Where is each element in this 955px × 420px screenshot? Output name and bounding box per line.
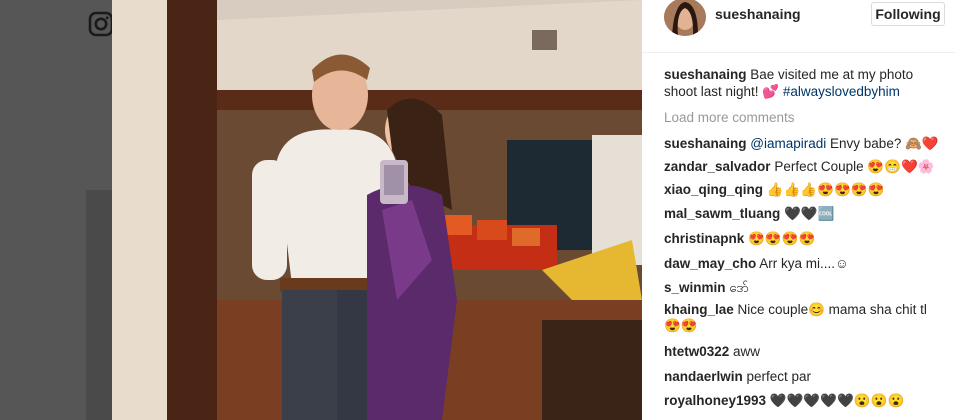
comment-username[interactable]: daw_may_cho: [664, 256, 756, 271]
comment-item: mal_sawm_tluang 🖤🖤🆒: [664, 206, 946, 222]
comment-text: 🖤🖤🆒: [780, 206, 835, 221]
comment-text: perfect par: [742, 369, 812, 384]
comment-text: Arr kya mi....☺: [756, 256, 849, 271]
comment-username[interactable]: s_winmin: [664, 280, 726, 295]
comment-username[interactable]: mal_sawm_tluang: [664, 206, 780, 221]
comment-username[interactable]: nandaerlwin: [664, 369, 743, 384]
comment-text: Envy babe? 🙈❤️: [826, 136, 939, 151]
comment-item: s_winmin ဒော်: [664, 280, 946, 296]
comment-text: 🖤🖤🖤🖤🖤😮😮😮: [766, 393, 905, 408]
comment-item: nandaerlwin perfect par: [664, 369, 946, 385]
comment-username[interactable]: zandar_salvador: [664, 159, 771, 174]
comment-text: aww: [729, 344, 761, 359]
comment-text: Perfect Couple 😍😁❤️🌸: [770, 159, 935, 174]
instagram-icon[interactable]: [88, 11, 114, 37]
post-photo-illustration: [112, 0, 642, 420]
caption-username[interactable]: sueshanaing: [664, 67, 747, 82]
comment-item: royalhoney1993 🖤🖤🖤🖤🖤😮😮😮: [664, 393, 946, 409]
comment-item: zandar_salvador Perfect Couple 😍😁❤️🌸: [664, 159, 946, 175]
comment-item: xiao_qing_qing 👍👍👍😍😍😍😍: [664, 182, 946, 198]
load-more-comments-link[interactable]: Load more comments: [664, 110, 795, 125]
comment-username[interactable]: sueshanaing: [664, 136, 747, 151]
comment-username[interactable]: xiao_qing_qing: [664, 182, 763, 197]
comment-item: khaing_lae Nice couple😊 mama sha chit tl…: [664, 302, 946, 334]
comment-text: 😍😍😍😍: [744, 231, 816, 246]
post-sidebar: sueshanaing Following sueshanaing Bae vi…: [642, 0, 955, 420]
post-caption: sueshanaing Bae visited me at my photo s…: [664, 66, 946, 100]
background-panel: [86, 190, 112, 420]
comment-username[interactable]: christinapnk: [664, 231, 744, 246]
comment-text: 👍👍👍😍😍😍😍: [763, 182, 885, 197]
comment-username[interactable]: htetw0322: [664, 344, 729, 359]
comment-item: christinapnk 😍😍😍😍: [664, 231, 946, 247]
header-username[interactable]: sueshanaing: [715, 6, 801, 22]
comment-item: htetw0322 aww: [664, 344, 946, 360]
comment-item: sueshanaing @iamapiradi Envy babe? 🙈❤️: [664, 136, 946, 152]
comment-username[interactable]: khaing_lae: [664, 302, 734, 317]
comment-username[interactable]: royalhoney1993: [664, 393, 766, 408]
following-button[interactable]: Following: [871, 2, 945, 26]
post-header: sueshanaing Following: [642, 0, 955, 53]
post-photo[interactable]: [112, 0, 642, 420]
comment-text: ဒော်: [725, 280, 749, 295]
comment-mention[interactable]: @iamapiradi: [750, 136, 826, 151]
comment-item: daw_may_cho Arr kya mi....☺: [664, 256, 946, 272]
avatar[interactable]: [664, 0, 706, 36]
caption-hashtag[interactable]: #alwayslovedbyhim: [783, 84, 900, 99]
